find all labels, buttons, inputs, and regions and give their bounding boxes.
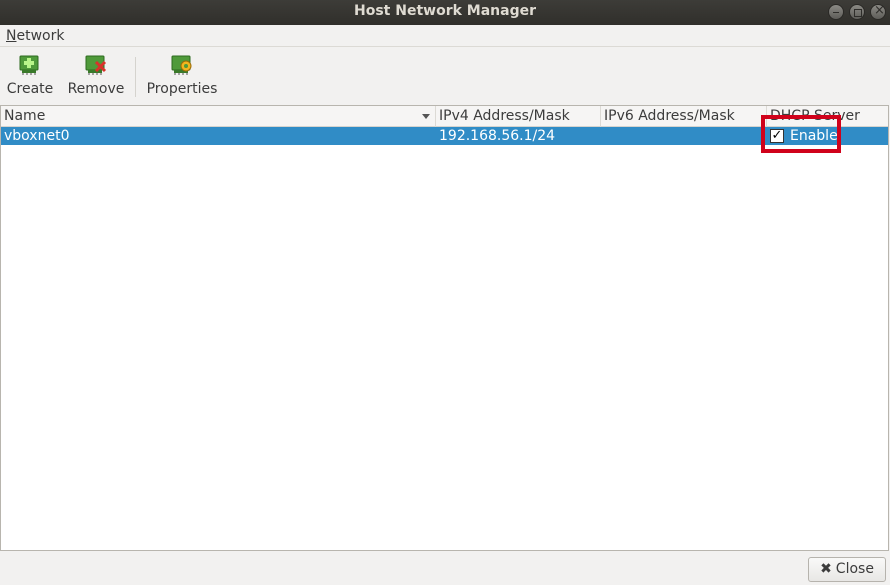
host-network-table[interactable]: Name IPv4 Address/Mask IPv6 Address/Mask… [0, 105, 889, 551]
remove-network-icon [85, 55, 107, 75]
close-window-button[interactable] [870, 3, 886, 20]
close-button[interactable]: ✖ Close [808, 557, 886, 582]
column-header-name[interactable]: Name [1, 106, 436, 127]
create-network-icon [19, 55, 39, 75]
cell-ipv4: 192.168.56.1/24 [439, 128, 556, 144]
menu-bar: Network [0, 25, 890, 47]
minimize-button[interactable] [828, 4, 844, 20]
table-row[interactable]: vboxnet0 192.168.56.1/24 ✓ Enable [1, 127, 888, 145]
maximize-button[interactable] [849, 4, 865, 20]
toolbar: Create Remove Properties [0, 47, 890, 103]
create-button-label: Create [6, 81, 54, 97]
title-bar: Host Network Manager [0, 0, 890, 25]
toolbar-separator [135, 57, 136, 97]
cell-ipv6 [601, 127, 604, 145]
close-button-label: Close [835, 561, 874, 577]
column-header-ipv6[interactable]: IPv6 Address/Mask [601, 106, 767, 127]
highlight-box [761, 115, 841, 153]
create-button[interactable]: Create [6, 53, 54, 101]
properties-button-label: Properties [146, 81, 218, 97]
menu-network[interactable]: Network [6, 28, 64, 44]
column-header-ipv4[interactable]: IPv4 Address/Mask [436, 106, 601, 127]
sort-down-icon [422, 114, 430, 119]
properties-button[interactable]: Properties [145, 53, 219, 101]
cell-name: vboxnet0 [4, 128, 70, 144]
remove-button[interactable]: Remove [66, 53, 126, 101]
close-icon: ✖ [820, 561, 832, 577]
table-header: Name IPv4 Address/Mask IPv6 Address/Mask… [1, 106, 888, 127]
remove-button-label: Remove [67, 81, 125, 97]
properties-network-icon [171, 55, 192, 75]
window-title: Host Network Manager [354, 3, 536, 19]
